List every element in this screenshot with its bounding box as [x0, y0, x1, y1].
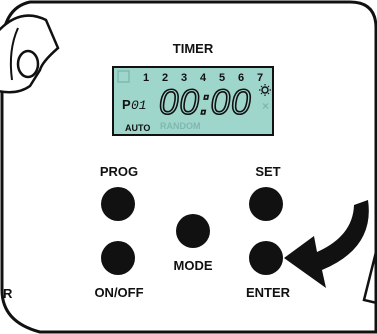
lcd-screen: 1 2 3 4 5 6 7 × P 01 00:00 RANDOM AUTO — [112, 66, 274, 136]
on-off-label: ON/OFF — [94, 285, 143, 300]
mode-button[interactable] — [176, 214, 210, 248]
panel-title: TIMER — [173, 41, 214, 56]
faded-random-text: RANDOM — [160, 121, 201, 131]
enter-button[interactable] — [249, 241, 283, 275]
program-number: 01 — [131, 98, 147, 113]
left-edge-letter: R — [3, 286, 13, 301]
faded-x-icon: × — [262, 99, 269, 113]
mode-label: MODE — [174, 258, 213, 273]
prog-label: PROG — [100, 164, 138, 179]
enter-label: ENTER — [246, 285, 291, 300]
day-number: 1 — [143, 72, 149, 84]
prog-button[interactable] — [101, 187, 135, 221]
mode-indicator: AUTO — [125, 123, 150, 133]
timer-panel-diagram: TIMER 1 2 3 4 5 6 7 × P 01 00:00 RANDOM … — [0, 0, 377, 334]
set-button[interactable] — [249, 187, 283, 221]
time-display: 00:00 — [159, 83, 252, 122]
set-label: SET — [255, 164, 280, 179]
on-off-button[interactable] — [101, 241, 135, 275]
day-number: 7 — [257, 72, 263, 84]
program-prefix: P — [122, 97, 131, 112]
